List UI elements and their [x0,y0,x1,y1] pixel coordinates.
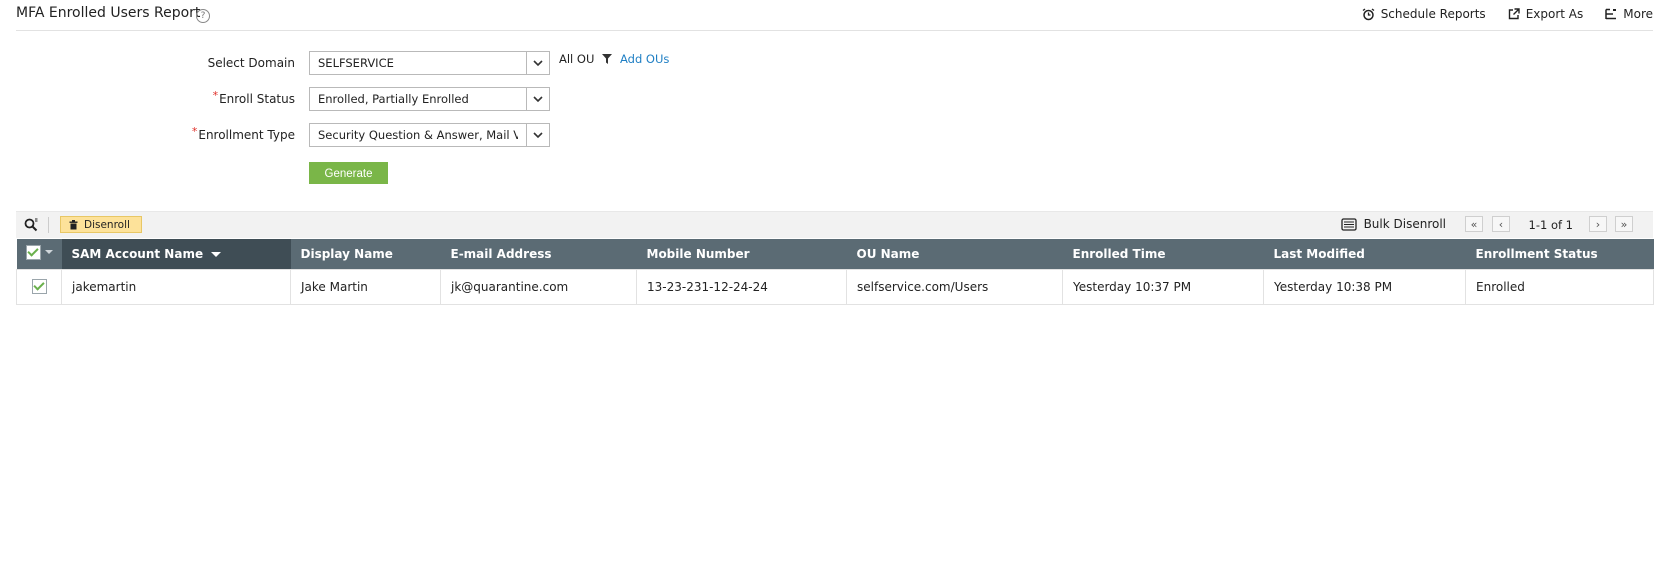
enroll-status-row: *Enroll Status Enrolled, Partially Enrol… [0,87,700,111]
page-title: MFA Enrolled Users Report [16,5,201,21]
export-icon [1508,8,1520,20]
schedule-reports-button[interactable]: Schedule Reports [1362,7,1486,21]
cell-enrollment-status: Enrolled [1465,268,1654,305]
enrollment-type-row: *Enrollment Type Security Question & Ans… [0,123,700,147]
cell-ou-name: selfservice.com/Users [846,268,1063,305]
domain-value: SELFSERVICE [318,56,394,70]
prev-page-button[interactable]: ‹ [1492,216,1510,232]
disenroll-label: Disenroll [84,218,130,231]
more-label: More [1623,7,1653,21]
trash-icon [69,219,78,229]
enroll-status-label-text: Enroll Status [219,92,295,106]
bulk-disenroll-button[interactable]: Bulk Disenroll [1340,217,1446,231]
cell-last-modified: Yesterday 10:38 PM [1263,268,1466,305]
chevron-down-icon[interactable] [526,52,549,74]
col-header-last-modified[interactable]: Last Modified [1263,239,1466,269]
select-all-checkbox[interactable] [25,244,41,260]
toolbar-divider [48,217,49,233]
first-page-button[interactable]: « [1465,216,1483,232]
chevron-down-icon[interactable] [526,88,549,110]
generate-button[interactable]: Generate [309,162,388,184]
page-info: 1-1 of 1 [1528,218,1574,232]
domain-select[interactable]: SELFSERVICE [309,51,550,75]
col-header-enrollment-status[interactable]: Enrollment Status [1465,239,1654,269]
disenroll-button[interactable]: Disenroll [60,216,142,233]
last-page-button[interactable]: » [1615,216,1633,232]
cell-mobile: 13-23-231-12-24-24 [636,268,847,305]
col-header-ou-name[interactable]: OU Name [846,239,1063,269]
enrollment-type-label: *Enrollment Type [191,125,295,142]
required-marker: * [212,89,219,102]
export-as-label: Export As [1525,7,1584,21]
col-header-display-name[interactable]: Display Name [290,239,441,269]
enrollment-type-value: Security Question & Answer, Mail Ver [318,128,518,142]
add-ous-link[interactable]: Add OUs [620,52,669,66]
header-actions: Schedule Reports Export As More [1362,7,1653,21]
enroll-status-label: *Enroll Status [212,89,295,106]
search-icon[interactable] [24,218,38,232]
next-page-button[interactable]: › [1589,216,1607,232]
col-header-email[interactable]: E-mail Address [440,239,637,269]
ou-scope: All OU [559,52,595,66]
help-icon[interactable]: ? [196,9,210,23]
chevron-down-icon[interactable] [526,124,549,146]
sort-desc-icon[interactable] [211,251,222,257]
enrollment-type-select[interactable]: Security Question & Answer, Mail Ver [309,123,550,147]
cell-display-name: Jake Martin [290,268,441,305]
alarm-clock-icon [1362,7,1375,20]
cell-sam-account-name: jakemartin [61,268,291,305]
domain-label: Select Domain [207,56,295,70]
more-button[interactable]: More [1605,7,1653,21]
domain-row: Select Domain SELFSERVICE [0,51,700,75]
enrollment-type-label-text: Enrollment Type [198,128,295,142]
required-marker: * [191,125,198,138]
cell-enrolled-time: Yesterday 10:37 PM [1062,268,1264,305]
more-menu-icon [1605,8,1617,20]
row-select-cell[interactable] [16,268,62,305]
enroll-status-value: Enrolled, Partially Enrolled [318,92,469,106]
bulk-disenroll-label: Bulk Disenroll [1363,217,1446,231]
export-as-button[interactable]: Export As [1508,7,1584,21]
csv-file-icon [1340,217,1357,231]
col-header-sam-account-name[interactable]: SAM Account Name [61,239,291,269]
enroll-status-select[interactable]: Enrolled, Partially Enrolled [309,87,550,111]
table-toolbar: Disenroll Bulk Disenroll « ‹ 1-1 of 1 › … [16,211,1653,238]
col-header-enrolled-time[interactable]: Enrolled Time [1062,239,1264,269]
report-table: SAM Account Name Display Name E-mail Add… [16,239,1654,305]
row-checkbox[interactable] [31,279,47,294]
select-all-cell[interactable] [16,239,62,269]
col-header-mobile[interactable]: Mobile Number [636,239,847,269]
filter-icon[interactable] [602,54,612,64]
report-header: MFA Enrolled Users Report ? Schedule Rep… [16,0,1653,31]
table-row[interactable]: jakemartin Jake Martin jk@quarantine.com… [16,268,1654,305]
table-header-row: SAM Account Name Display Name E-mail Add… [16,239,1654,269]
caret-down-icon[interactable] [44,250,53,255]
cell-email: jk@quarantine.com [440,268,637,305]
schedule-reports-label: Schedule Reports [1380,7,1486,21]
